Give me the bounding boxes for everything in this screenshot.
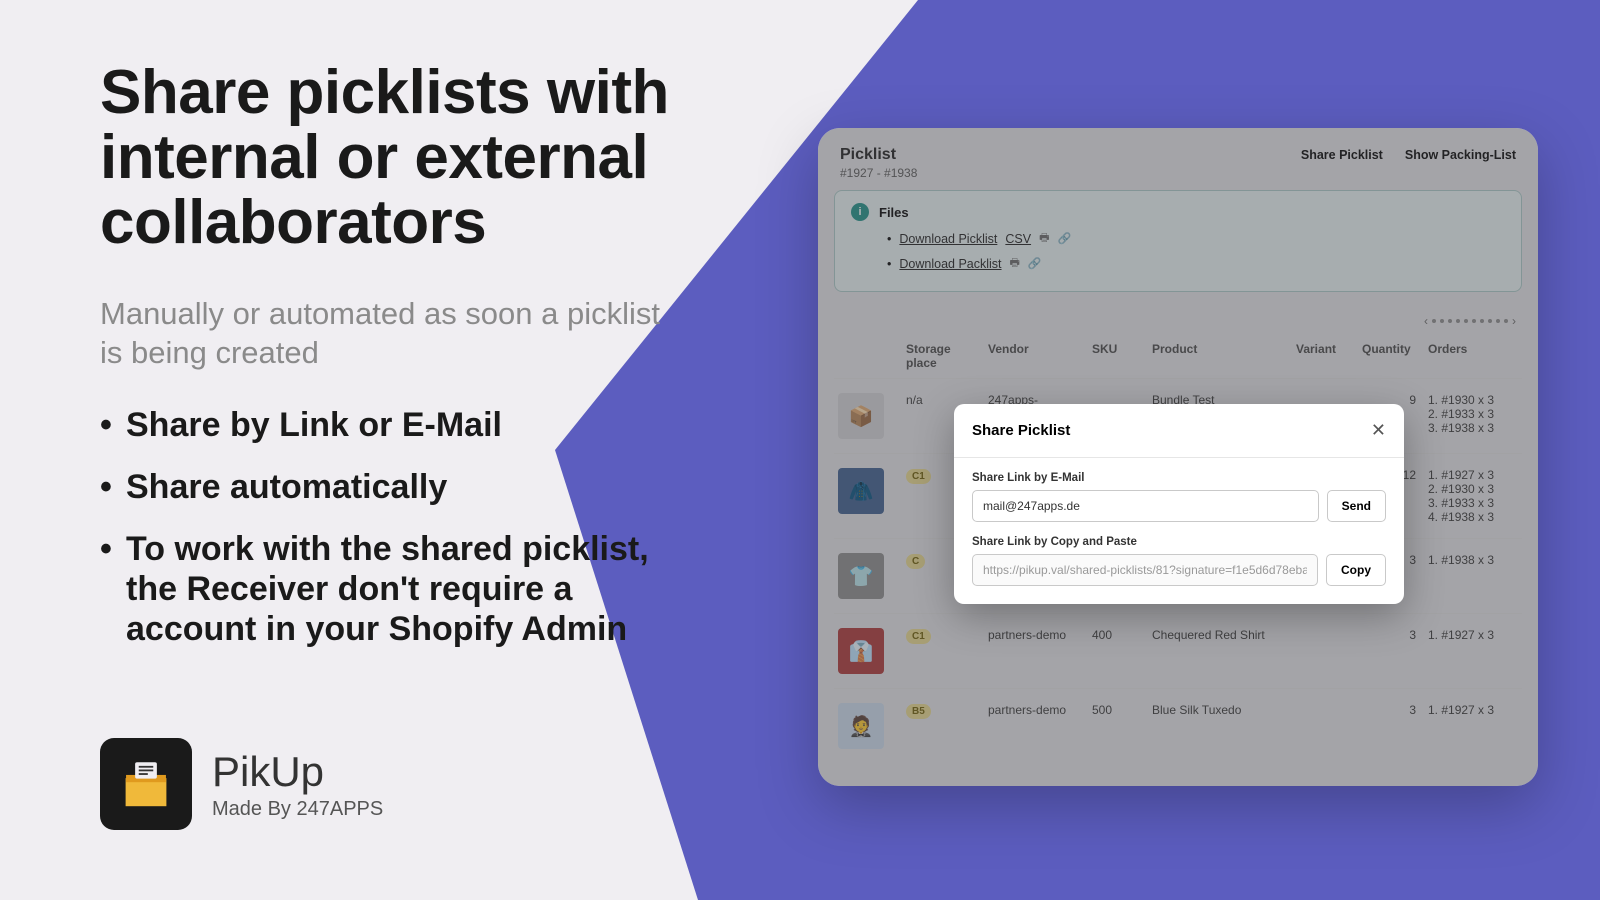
page-title: Picklist <box>840 146 896 164</box>
product-cell: Blue Silk Tuxedo <box>1152 703 1292 717</box>
orders-cell: 1. #1938 x 3 <box>1428 553 1538 567</box>
download-picklist-link[interactable]: Download Picklist <box>899 232 997 246</box>
email-section-label: Share Link by E-Mail <box>972 472 1386 484</box>
copy-button[interactable]: Copy <box>1326 554 1386 586</box>
orders-cell: 1. #1927 x 3 <box>1428 703 1538 717</box>
product-thumb: 👔 <box>838 628 884 674</box>
col-storage: Storage place <box>906 342 984 370</box>
storage-badge: C1 <box>906 469 931 484</box>
files-card: i Files • Download Picklist CSV 🖶 🔗 • Do… <box>834 190 1522 292</box>
feature-item: To work with the shared picklist, the Re… <box>100 529 680 649</box>
order-range: #1927 - #1938 <box>834 166 1522 190</box>
feature-list: Share by Link or E-Mail Share automatica… <box>100 405 680 650</box>
marketing-copy: Share picklists with internal or externa… <box>100 60 680 671</box>
chevron-right-icon[interactable]: › <box>1512 314 1516 328</box>
download-packlist-link[interactable]: Download Packlist <box>899 257 1001 271</box>
product-thumb: 👕 <box>838 553 884 599</box>
product-thumb: 📦 <box>838 393 884 439</box>
quantity-cell: 3 <box>1362 628 1424 642</box>
pagination: ‹ › <box>834 292 1522 334</box>
share-url-field[interactable] <box>972 554 1318 586</box>
col-product: Product <box>1152 342 1292 356</box>
share-picklist-link[interactable]: Share Picklist <box>1301 148 1383 162</box>
headline: Share picklists with internal or externa… <box>100 60 680 255</box>
print-icon[interactable]: 🖶 <box>1010 254 1020 273</box>
download-picklist-csv-link[interactable]: CSV <box>1005 232 1031 246</box>
subheadline: Manually or automated as soon a picklist… <box>100 295 680 373</box>
copy-section-label: Share Link by Copy and Paste <box>972 536 1386 548</box>
col-quantity: Quantity <box>1362 342 1424 356</box>
storage-badge: C1 <box>906 629 931 644</box>
feature-item: Share automatically <box>100 467 680 507</box>
link-icon[interactable]: 🔗 <box>1057 232 1071 245</box>
brand-block: PikUp Made By 247APPS <box>100 738 383 830</box>
product-cell: Chequered Red Shirt <box>1152 628 1292 642</box>
print-icon[interactable]: 🖶 <box>1039 229 1049 248</box>
table-row: 🤵 B5 partners-demo 500 Blue Silk Tuxedo … <box>834 688 1522 763</box>
chevron-left-icon[interactable]: ‹ <box>1424 314 1428 328</box>
vendor-cell: partners-demo <box>988 628 1088 642</box>
info-icon: i <box>851 203 869 221</box>
orders-cell: 1. #1927 x 3 2. #1930 x 3 3. #1933 x 3 4… <box>1428 468 1538 524</box>
storage-badge: C <box>906 554 925 569</box>
product-thumb: 🤵 <box>838 703 884 749</box>
files-title: Files <box>879 205 909 220</box>
product-thumb: 🧥 <box>838 468 884 514</box>
sku-cell: 500 <box>1092 703 1148 717</box>
storage-badge: B5 <box>906 704 931 719</box>
vendor-cell: partners-demo <box>988 703 1088 717</box>
col-sku: SKU <box>1092 342 1148 356</box>
col-variant: Variant <box>1296 342 1358 356</box>
feature-item: Share by Link or E-Mail <box>100 405 680 445</box>
col-orders: Orders <box>1428 342 1538 356</box>
share-picklist-modal: Share Picklist ✕ Share Link by E-Mail Se… <box>954 404 1404 604</box>
brand-name: PikUp <box>212 748 383 796</box>
brand-maker: Made By 247APPS <box>212 798 383 821</box>
show-packing-list-link[interactable]: Show Packing-List <box>1405 148 1516 162</box>
link-icon[interactable]: 🔗 <box>1028 257 1042 270</box>
modal-title: Share Picklist <box>972 422 1070 439</box>
quantity-cell: 3 <box>1362 703 1424 717</box>
close-icon[interactable]: ✕ <box>1371 420 1386 441</box>
orders-cell: 1. #1927 x 3 <box>1428 628 1538 642</box>
brand-logo <box>100 738 192 830</box>
email-field[interactable] <box>972 490 1319 522</box>
table-row: 👔 C1 partners-demo 400 Chequered Red Shi… <box>834 613 1522 688</box>
send-button[interactable]: Send <box>1327 490 1386 522</box>
sku-cell: 400 <box>1092 628 1148 642</box>
orders-cell: 1. #1930 x 3 2. #1933 x 3 3. #1938 x 3 <box>1428 393 1538 435</box>
brand-text: PikUp Made By 247APPS <box>212 748 383 821</box>
col-vendor: Vendor <box>988 342 1088 356</box>
table-header: Storage place Vendor SKU Product Variant… <box>834 334 1522 378</box>
box-icon <box>117 755 175 813</box>
